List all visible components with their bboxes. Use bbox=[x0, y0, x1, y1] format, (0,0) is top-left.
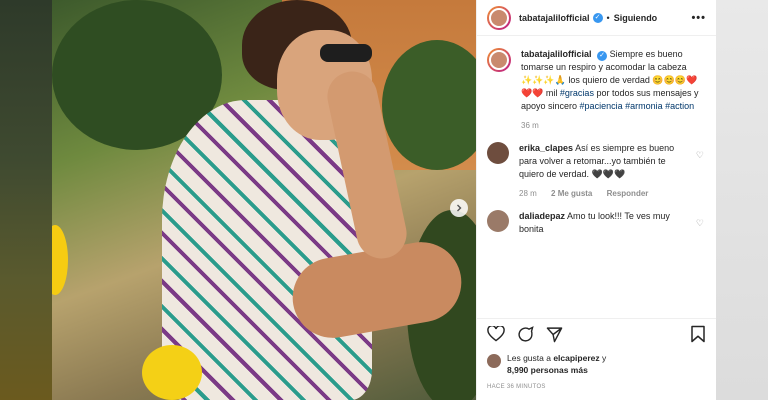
background-left bbox=[0, 0, 52, 400]
likes-summary: Les gusta a elcapiperez y 8,990 personas… bbox=[477, 352, 716, 376]
chevron-right-icon[interactable] bbox=[450, 199, 468, 217]
caption-meta: 36 m bbox=[521, 119, 704, 132]
likes-user[interactable]: elcapiperez bbox=[553, 353, 599, 363]
photo-flower bbox=[142, 345, 202, 400]
comment-item: daliadepaz Amo tu look!!! Te ves muy bon… bbox=[487, 210, 704, 236]
instagram-post: tabatajalilofficial ✓ • Siguiendo ••• ta… bbox=[52, 0, 716, 400]
caption-time[interactable]: 36 m bbox=[521, 121, 539, 130]
avatar[interactable] bbox=[487, 142, 509, 164]
hashtag-link[interactable]: #gracias bbox=[560, 88, 594, 98]
likes-prefix: Les gusta a bbox=[507, 353, 554, 363]
comments-list: tabatajalilofficial ✓ Siempre es bueno t… bbox=[477, 36, 716, 318]
comment-meta: 28 m 2 Me gusta Responder bbox=[519, 187, 690, 200]
comment-body: erika_clapes Así es siempre es bueno par… bbox=[519, 142, 690, 200]
background-right bbox=[716, 0, 768, 400]
avatar[interactable] bbox=[487, 5, 511, 30]
comment-item: erika_clapes Así es siempre es bueno par… bbox=[487, 142, 704, 200]
avatar[interactable] bbox=[487, 210, 509, 232]
comment-username[interactable]: daliadepaz bbox=[519, 211, 565, 221]
paper-plane-icon[interactable] bbox=[546, 326, 563, 346]
post-header: tabatajalilofficial ✓ • Siguiendo ••• bbox=[477, 0, 716, 36]
post-photo bbox=[52, 0, 476, 400]
comment-username[interactable]: erika_clapes bbox=[519, 143, 573, 153]
separator: • bbox=[606, 12, 610, 23]
post-timestamp[interactable]: HACE 36 MINUTOS bbox=[477, 376, 716, 390]
photo-sunglasses bbox=[320, 44, 372, 62]
post-sidebar: tabatajalilofficial ✓ • Siguiendo ••• ta… bbox=[476, 0, 716, 400]
heart-icon[interactable] bbox=[487, 325, 505, 345]
likes-count[interactable]: 8,990 personas más bbox=[507, 365, 588, 375]
caption-emoji: ✨✨✨🙏 bbox=[521, 75, 566, 85]
likes-text: Les gusta a elcapiperez y 8,990 personas… bbox=[507, 352, 606, 376]
caption-text: los quiero de verdad bbox=[565, 75, 653, 85]
header-username[interactable]: tabatajalilofficial bbox=[519, 13, 590, 23]
caption-text: mil bbox=[543, 88, 560, 98]
action-bar bbox=[477, 318, 716, 352]
verified-icon: ✓ bbox=[597, 51, 608, 61]
heart-icon[interactable]: ♡ bbox=[696, 218, 704, 236]
likes-middle: y bbox=[599, 353, 607, 363]
caption: tabatajalilofficial ✓ Siempre es bueno t… bbox=[487, 48, 704, 132]
caption-body: tabatajalilofficial ✓ Siempre es bueno t… bbox=[521, 48, 704, 132]
reply-button[interactable]: Responder bbox=[607, 189, 649, 198]
hashtag-link[interactable]: #armonia bbox=[625, 101, 663, 111]
bookmark-icon[interactable] bbox=[690, 325, 706, 346]
verified-icon: ✓ bbox=[592, 12, 603, 23]
photo-flower bbox=[52, 225, 68, 295]
caption-username[interactable]: tabatajalilofficial bbox=[521, 49, 592, 59]
avatar[interactable] bbox=[487, 354, 501, 368]
heart-icon[interactable]: ♡ bbox=[696, 150, 704, 200]
comment-time[interactable]: 28 m bbox=[519, 189, 537, 198]
avatar[interactable] bbox=[487, 48, 511, 72]
hashtag-link[interactable]: #paciencia bbox=[580, 101, 623, 111]
more-options-icon[interactable]: ••• bbox=[691, 12, 706, 24]
hashtag-link[interactable]: #action bbox=[665, 101, 694, 111]
comment-body: daliadepaz Amo tu look!!! Te ves muy bon… bbox=[519, 210, 690, 236]
comment-likes[interactable]: 2 Me gusta bbox=[551, 189, 592, 198]
comment-icon[interactable] bbox=[517, 325, 534, 346]
following-button[interactable]: Siguiendo bbox=[614, 13, 658, 23]
